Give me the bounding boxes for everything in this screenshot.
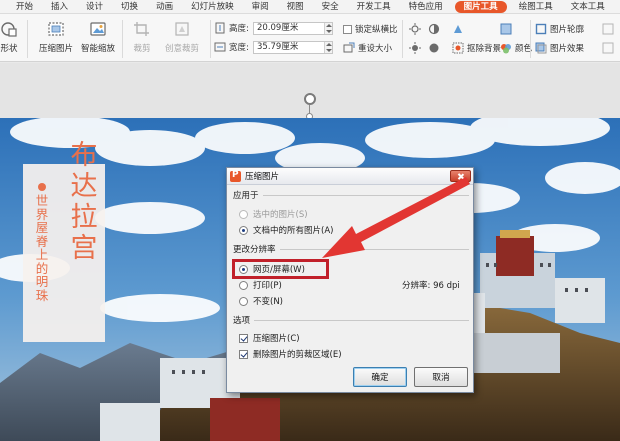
height-input[interactable]: 20.09厘米 — [253, 22, 333, 35]
toolbar-divider — [122, 20, 123, 58]
width-stepper[interactable] — [324, 42, 332, 53]
lock-ratio-box[interactable] — [343, 24, 352, 34]
smart-zoom-icon — [90, 22, 106, 36]
height-stepper[interactable] — [324, 23, 332, 34]
compress-picture-dialog: 压缩图片 应用于 选中的图片(S) 文档中的所有图片(A) 更改分辨率 网页/屏… — [226, 167, 474, 393]
ok-button[interactable]: 确定 — [353, 367, 407, 387]
apply-selected-radio[interactable]: 选中的图片(S) — [239, 208, 308, 220]
contrast-icon — [428, 23, 440, 35]
picture-style-icon — [500, 23, 512, 35]
checkbox-box[interactable] — [239, 333, 248, 343]
contrast-button[interactable] — [428, 23, 443, 35]
radio-circle[interactable] — [239, 209, 248, 219]
menu-animation[interactable]: 动画 — [147, 0, 182, 14]
delete-crop-checkbox[interactable]: 删除图片的剪裁区域(E) — [239, 348, 342, 360]
brightness-button[interactable] — [409, 23, 424, 35]
slide-subtitle[interactable]: 世界屋脊上的明珠 — [34, 194, 50, 302]
picture-group-icon — [602, 23, 614, 35]
menu-features[interactable]: 特色应用 — [400, 0, 452, 14]
width-input[interactable]: 35.79厘米 — [253, 41, 333, 54]
crop-button[interactable]: 裁剪 — [128, 14, 156, 54]
picture-effect-icon — [535, 42, 547, 54]
ribbon-toolbar: 形状 压缩图片 智能缩放 裁剪 创意裁剪 高度: 20.09厘米 宽度: 35.… — [0, 14, 620, 62]
wps-logo-icon — [230, 170, 241, 182]
toolbar-divider — [210, 20, 211, 58]
reset-size-button[interactable]: 重设大小 — [343, 42, 392, 54]
picture-style-button[interactable] — [500, 23, 515, 35]
menu-view[interactable]: 视图 — [278, 0, 313, 14]
radio-circle[interactable] — [239, 280, 248, 290]
menu-developer[interactable]: 开发工具 — [348, 0, 400, 14]
contrast-down-button[interactable] — [428, 42, 443, 54]
resolution-readout: 分辨率: 96 dpi — [402, 281, 460, 291]
highlight-box — [232, 259, 329, 279]
rotate-handle[interactable] — [304, 93, 316, 105]
cancel-button[interactable]: 取消 — [414, 367, 468, 387]
menu-drawing-tools[interactable]: 绘图工具 — [510, 0, 562, 14]
compress-picture-icon — [48, 22, 64, 36]
menu-insert[interactable]: 插入 — [42, 0, 77, 14]
matting-button[interactable]: 抠除背景 — [452, 42, 501, 54]
dialog-titlebar[interactable]: 压缩图片 — [227, 168, 473, 185]
toolbar-divider — [27, 20, 28, 58]
unchanged-radio[interactable]: 不变(N) — [239, 295, 283, 307]
apply-to-group: 应用于 — [233, 189, 469, 201]
contrast-down-icon — [429, 43, 439, 53]
crop-icon — [134, 22, 149, 36]
height-icon — [215, 22, 225, 34]
toolbar-divider — [402, 20, 403, 58]
picture-outline-icon — [535, 23, 547, 35]
recolor-icon — [454, 25, 462, 33]
brightness-icon — [409, 23, 421, 35]
menu-security[interactable]: 安全 — [313, 0, 348, 14]
more-tools-button[interactable] — [602, 23, 617, 35]
smart-zoom-button[interactable]: 智能缩放 — [78, 14, 118, 54]
menu-picture-tools[interactable]: 图片工具 — [454, 0, 507, 13]
menu-transition[interactable]: 切换 — [112, 0, 147, 14]
menu-review[interactable]: 审阅 — [243, 0, 278, 14]
height-label: 高度: — [214, 22, 249, 34]
creative-crop-button[interactable]: 创意裁剪 — [160, 14, 204, 54]
options-group: 选项 — [233, 314, 469, 326]
menu-text-tools[interactable]: 文本工具 — [562, 0, 614, 14]
menu-home[interactable]: 开始 — [0, 0, 42, 14]
subtitle-bullet-icon — [38, 183, 46, 191]
more-tools-button-2[interactable] — [602, 42, 617, 54]
close-icon[interactable] — [450, 170, 471, 182]
creative-crop-icon — [175, 22, 189, 36]
picture-effect-button[interactable]: 图片效果 — [535, 42, 584, 54]
menu-slideshow[interactable]: 幻灯片放映 — [182, 0, 243, 14]
picture-outline-button[interactable]: 图片轮廓 — [535, 23, 584, 35]
compress-picture-button[interactable]: 压缩图片 — [36, 14, 76, 54]
picture-arrange-icon — [602, 42, 614, 54]
brightness-down-button[interactable] — [409, 42, 424, 54]
resolution-group: 更改分辨率 — [233, 243, 469, 255]
matting-icon — [452, 42, 464, 54]
checkbox-box[interactable] — [239, 349, 248, 359]
brightness-down-icon — [409, 42, 421, 54]
shape-icon — [1, 22, 17, 37]
toolbar-divider — [530, 20, 531, 58]
apply-all-radio[interactable]: 文档中的所有图片(A) — [239, 224, 333, 236]
width-icon — [214, 42, 226, 52]
print-radio[interactable]: 打印(P) — [239, 279, 282, 291]
radio-circle[interactable] — [239, 296, 248, 306]
radio-circle[interactable] — [239, 225, 248, 235]
slide-title[interactable]: 布达拉宫 — [66, 140, 102, 264]
reset-size-icon — [343, 42, 355, 53]
lock-ratio-checkbox[interactable]: 锁定纵横比 — [343, 23, 398, 35]
width-label: 宽度: — [214, 41, 249, 53]
dialog-title: 压缩图片 — [245, 172, 280, 182]
shape-button[interactable]: 形状 — [0, 14, 24, 54]
ribbon-menu-bar: 开始 插入 设计 切换 动画 幻灯片放映 审阅 视图 安全 开发工具 特色应用 … — [0, 0, 620, 14]
color-icon — [501, 44, 511, 54]
menu-design[interactable]: 设计 — [77, 0, 112, 14]
compress-images-checkbox[interactable]: 压缩图片(C) — [239, 332, 300, 344]
color-button[interactable]: 颜色 — [500, 42, 532, 54]
recolor-button[interactable] — [452, 23, 467, 35]
